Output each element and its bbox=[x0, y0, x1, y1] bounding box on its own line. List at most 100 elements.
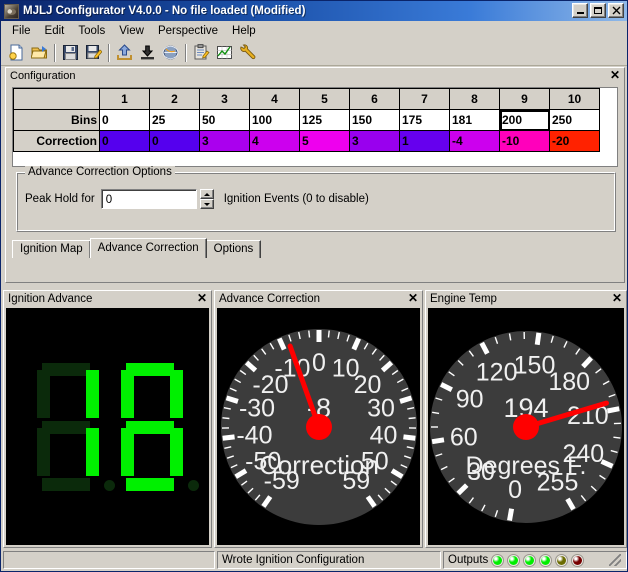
bins-cell-2[interactable]: 25 bbox=[149, 109, 200, 131]
engine-temp-dial: 0306090120150180210240255 194 Degrees F. bbox=[430, 330, 622, 523]
advance-correction-panel: Advance Correction ✕ -59 -50 -40 -30 -20 -10 0… bbox=[214, 290, 423, 548]
table-row: Correction 0 0 3 4 5 3 1 -4 -10 -20 bbox=[13, 130, 600, 152]
download-icon[interactable] bbox=[136, 42, 158, 64]
upload-icon[interactable] bbox=[113, 42, 135, 64]
column-header-8[interactable]: 8 bbox=[449, 88, 500, 110]
globe-icon[interactable] bbox=[159, 42, 181, 64]
correction-cell-6[interactable]: 3 bbox=[349, 130, 400, 152]
correction-cell-10[interactable]: -20 bbox=[549, 130, 600, 152]
column-header-1[interactable]: 1 bbox=[99, 88, 150, 110]
column-header-6[interactable]: 6 bbox=[349, 88, 400, 110]
column-header-7[interactable]: 7 bbox=[399, 88, 450, 110]
resize-grip[interactable] bbox=[609, 554, 621, 566]
save-as-icon[interactable] bbox=[82, 42, 104, 64]
decimal-point bbox=[103, 479, 115, 491]
close-icon[interactable]: ✕ bbox=[197, 292, 207, 304]
engine-temp-caption: Degrees F. bbox=[466, 452, 587, 480]
correction-cell-5[interactable]: 5 bbox=[299, 130, 350, 152]
menu-item-edit[interactable]: Edit bbox=[38, 23, 72, 39]
configuration-table[interactable]: 1 2 3 4 5 6 7 8 9 10 Bins 0 25 50 100 12… bbox=[12, 87, 618, 167]
window-title: MJLJ Configurator V4.0.0 - No file loade… bbox=[23, 5, 306, 17]
tab-ignition-map[interactable]: Ignition Map bbox=[12, 240, 91, 258]
dial-tick-label: 30 bbox=[367, 394, 395, 422]
correction-cell-1[interactable]: 0 bbox=[99, 130, 150, 152]
correction-cell-2[interactable]: 0 bbox=[149, 130, 200, 152]
maximize-button[interactable] bbox=[590, 3, 606, 18]
seven-segment-digit-1 bbox=[33, 362, 115, 491]
correction-cell-9[interactable]: -10 bbox=[499, 130, 550, 152]
menu-item-perspective[interactable]: Perspective bbox=[151, 23, 225, 39]
new-file-icon[interactable] bbox=[5, 42, 27, 64]
close-icon[interactable]: ✕ bbox=[610, 69, 620, 81]
status-message: Wrote Ignition Configuration bbox=[217, 551, 441, 569]
menu-item-help[interactable]: Help bbox=[225, 23, 263, 39]
bins-cell-9[interactable]: 200 bbox=[499, 109, 550, 131]
close-icon[interactable]: ✕ bbox=[408, 292, 418, 304]
output-led-6 bbox=[571, 553, 585, 567]
bins-cell-3[interactable]: 50 bbox=[199, 109, 250, 131]
save-icon[interactable] bbox=[59, 42, 81, 64]
tab-advance-correction[interactable]: Advance Correction bbox=[89, 238, 207, 258]
correction-hub bbox=[305, 413, 332, 440]
open-folder-icon[interactable] bbox=[28, 42, 50, 64]
peak-hold-stepper bbox=[199, 189, 214, 209]
engine-temp-panel: Engine Temp ✕ 0 30 60 90 120 150 180 210 240 255 … bbox=[425, 290, 627, 548]
correction-cell-8[interactable]: -4 bbox=[449, 130, 500, 152]
clipboard-icon[interactable] bbox=[190, 42, 212, 64]
app-icon bbox=[4, 3, 19, 19]
menu-item-view[interactable]: View bbox=[112, 23, 151, 39]
minimize-button[interactable] bbox=[572, 3, 588, 18]
dial-tick-label: 120 bbox=[476, 358, 518, 386]
status-bar: Wrote Ignition Configuration Outputs bbox=[1, 549, 627, 571]
close-button[interactable] bbox=[608, 3, 624, 18]
outputs-label: Outputs bbox=[448, 554, 489, 566]
advance-correction-options-group: Advance Correction Options Peak Hold for… bbox=[16, 166, 616, 232]
engine-temp-header: Engine Temp ✕ bbox=[426, 291, 626, 307]
table-row: Bins 0 25 50 100 125 150 175 181 200 250 bbox=[13, 109, 600, 131]
tab-bar: Ignition Map Advance Correction Options bbox=[12, 238, 262, 258]
toolbar bbox=[1, 40, 627, 66]
toolbar-separator bbox=[54, 43, 56, 62]
bins-cell-8[interactable]: 181 bbox=[449, 109, 500, 131]
column-header-3[interactable]: 3 bbox=[199, 88, 250, 110]
peak-hold-input[interactable]: 0 bbox=[100, 189, 197, 209]
correction-cell-4[interactable]: 4 bbox=[249, 130, 300, 152]
stepper-up-button[interactable] bbox=[199, 189, 214, 199]
correction-dial: -59-50-40-30-20-10 0 102030405059 -8 Corre… bbox=[220, 328, 417, 525]
bins-cell-4[interactable]: 100 bbox=[249, 109, 300, 131]
stepper-down-button[interactable] bbox=[199, 199, 214, 209]
menu-bar: File Edit Tools View Perspective Help bbox=[1, 21, 627, 40]
column-header-9[interactable]: 9 bbox=[499, 88, 550, 110]
menu-item-file[interactable]: File bbox=[5, 23, 38, 39]
configuration-panel-header: Configuration ✕ bbox=[6, 68, 624, 84]
bins-cell-7[interactable]: 175 bbox=[399, 109, 450, 131]
dial-tick-label: -40 bbox=[236, 421, 272, 449]
output-led-1 bbox=[491, 553, 505, 567]
bins-cell-1[interactable]: 0 bbox=[99, 109, 150, 131]
column-header-4[interactable]: 4 bbox=[249, 88, 300, 110]
output-led-2 bbox=[507, 553, 521, 567]
bins-cell-5[interactable]: 125 bbox=[299, 109, 350, 131]
application-window: MJLJ Configurator V4.0.0 - No file loade… bbox=[0, 0, 628, 572]
column-header-10[interactable]: 10 bbox=[549, 88, 600, 110]
correction-cell-3[interactable]: 3 bbox=[199, 130, 250, 152]
ignition-advance-header: Ignition Advance ✕ bbox=[4, 291, 211, 307]
advance-correction-header: Advance Correction ✕ bbox=[215, 291, 422, 307]
column-header-5[interactable]: 5 bbox=[299, 88, 350, 110]
title-bar: MJLJ Configurator V4.0.0 - No file loade… bbox=[1, 1, 627, 21]
correction-cell-7[interactable]: 1 bbox=[399, 130, 450, 152]
menu-item-tools[interactable]: Tools bbox=[71, 23, 112, 39]
close-icon[interactable]: ✕ bbox=[612, 292, 622, 304]
output-led-4 bbox=[539, 553, 553, 567]
seven-segment-digit-2 bbox=[117, 362, 199, 491]
dial-tick-label: 0 bbox=[508, 476, 522, 504]
bins-cell-6[interactable]: 150 bbox=[349, 109, 400, 131]
bins-cell-10[interactable]: 250 bbox=[549, 109, 600, 131]
output-led-5 bbox=[555, 553, 569, 567]
chart-icon[interactable] bbox=[213, 42, 235, 64]
tab-options[interactable]: Options bbox=[205, 240, 262, 258]
advance-correction-title: Advance Correction bbox=[219, 293, 320, 305]
wrench-icon[interactable] bbox=[236, 42, 258, 64]
bins-correction-grid: 1 2 3 4 5 6 7 8 9 10 Bins 0 25 50 100 12… bbox=[13, 88, 600, 152]
column-header-2[interactable]: 2 bbox=[149, 88, 200, 110]
